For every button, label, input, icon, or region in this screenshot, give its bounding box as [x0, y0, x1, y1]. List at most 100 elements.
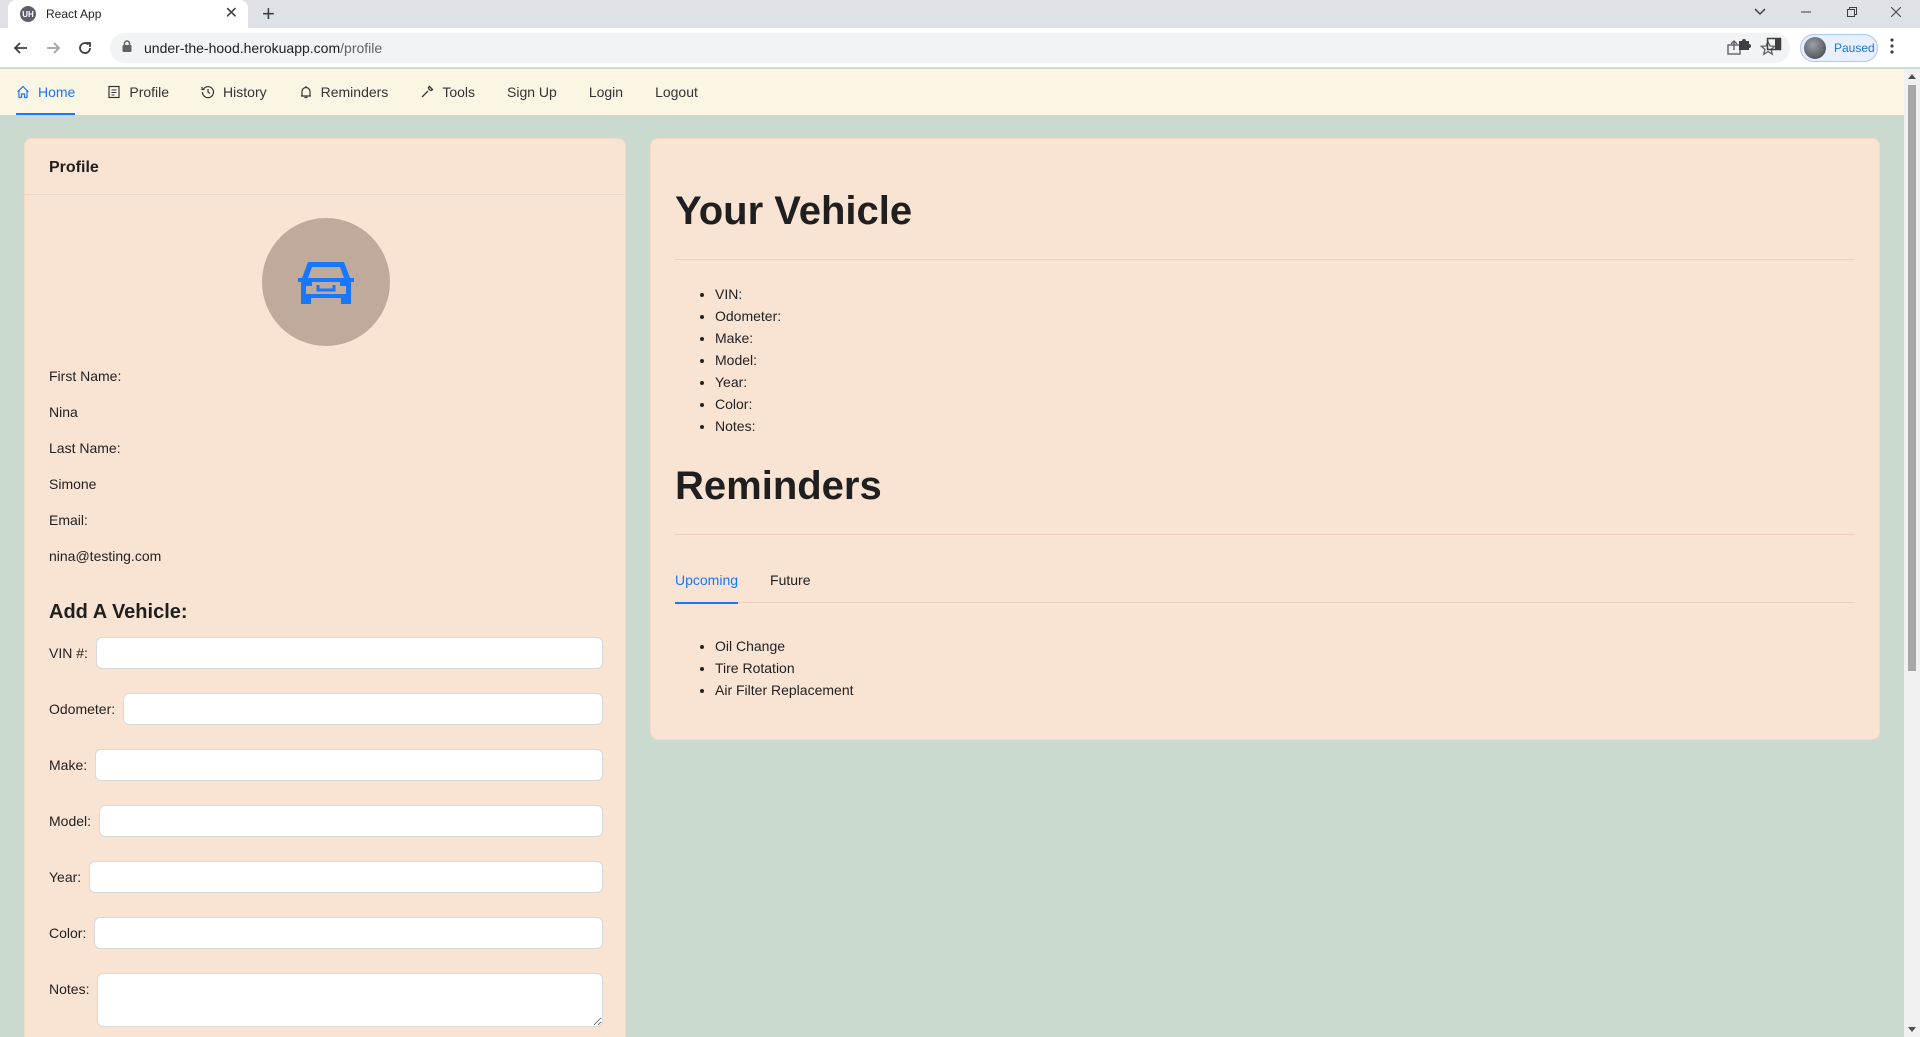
make-input[interactable]: [95, 749, 603, 781]
nav-profile[interactable]: Profile: [107, 69, 169, 115]
notes-label: Notes:: [49, 981, 90, 997]
back-icon[interactable]: [9, 36, 33, 60]
scrollbar-thumb[interactable]: [1908, 85, 1916, 671]
last-name-value: Simone: [49, 476, 97, 492]
favicon-icon: UH: [20, 6, 36, 22]
nav-tools[interactable]: Tools: [420, 69, 475, 115]
url-path: /profile: [340, 40, 383, 56]
tab-future[interactable]: Future: [770, 557, 810, 603]
new-tab-icon[interactable]: +: [262, 2, 275, 26]
browser-tab-strip: UH React App ✕ +: [0, 0, 1920, 28]
tab-title: React App: [46, 7, 102, 21]
vehicle-detail-vin: VIN:: [715, 283, 781, 305]
nav-login[interactable]: Login: [589, 69, 623, 115]
make-label: Make:: [49, 757, 88, 773]
tools-icon: [421, 85, 434, 98]
nav-profile-label: Profile: [129, 84, 170, 100]
add-vehicle-heading: Add A Vehicle:: [49, 601, 188, 623]
reminder-item: Oil Change: [715, 635, 854, 657]
forward-icon[interactable]: [41, 36, 65, 60]
notes-textarea[interactable]: [97, 973, 603, 1027]
tab-close-icon[interactable]: ✕: [225, 6, 238, 22]
profile-icon: [108, 85, 120, 99]
profile-status: Paused: [1834, 41, 1875, 55]
nav-reminders-label: Reminders: [320, 84, 389, 100]
extensions-icon[interactable]: [1736, 36, 1752, 57]
year-label: Year:: [49, 869, 82, 885]
home-icon: [17, 85, 29, 99]
nav-home-label: Home: [38, 84, 76, 100]
year-row: Year:: [49, 861, 603, 893]
nav-login-label: Login: [588, 84, 624, 100]
reminders-tabs: Upcoming Future: [675, 557, 1855, 604]
model-input[interactable]: [99, 805, 603, 837]
nav-home[interactable]: Home: [16, 69, 76, 115]
scroll-up-icon[interactable]: [1908, 74, 1916, 79]
page-scrollbar[interactable]: [1904, 69, 1920, 1037]
nav-reminders[interactable]: Reminders: [299, 69, 389, 115]
vin-input[interactable]: [95, 637, 603, 669]
reminders-divider: [675, 534, 1855, 535]
vehicle-details-list: VIN: Odometer: Make: Model: Year: Color:…: [715, 283, 781, 437]
make-row: Make:: [49, 749, 603, 781]
profile-button[interactable]: Paused: [1800, 34, 1878, 62]
address-bar[interactable]: under-the-hood.herokuapp.com/profile: [110, 33, 1790, 63]
last-name-label: Last Name:: [49, 440, 121, 456]
nav-history[interactable]: History: [201, 69, 267, 115]
vin-label: VIN #:: [49, 645, 88, 661]
scroll-down-icon[interactable]: [1908, 1027, 1916, 1032]
vin-row: VIN #:: [49, 637, 603, 669]
close-window-icon[interactable]: [1876, 0, 1916, 24]
first-name-value: Nina: [49, 404, 78, 420]
your-vehicle-heading: Your Vehicle: [675, 189, 913, 233]
odometer-row: Odometer:: [49, 693, 603, 725]
reload-icon[interactable]: [73, 36, 97, 60]
model-label: Model:: [49, 813, 92, 829]
nav-logout[interactable]: Logout: [655, 69, 698, 115]
nav-logout-label: Logout: [655, 84, 698, 100]
vehicle-card: Your Vehicle VIN: Odometer: Make: Model:…: [650, 138, 1880, 740]
car-icon: [298, 262, 354, 304]
url-host: under-the-hood.herokuapp.com: [144, 40, 341, 56]
vehicle-detail-model: Model:: [715, 349, 781, 371]
browser-tab[interactable]: UH React App ✕: [8, 0, 248, 28]
odometer-label: Odometer:: [49, 701, 116, 717]
vehicle-avatar: [262, 218, 390, 346]
vehicle-detail-odometer: Odometer:: [715, 305, 781, 327]
year-input[interactable]: [89, 861, 603, 893]
browser-menu-icon[interactable]: [1890, 38, 1894, 59]
lock-icon[interactable]: [122, 39, 132, 57]
nav-tools-label: Tools: [442, 84, 475, 100]
odometer-input[interactable]: [123, 693, 603, 725]
nav-signup[interactable]: Sign Up: [507, 69, 557, 115]
vehicle-detail-make: Make:: [715, 327, 781, 349]
tab-upcoming[interactable]: Upcoming: [675, 557, 739, 604]
nav-history-label: History: [223, 84, 267, 100]
profile-card-title: Profile: [25, 139, 625, 195]
nav-signup-label: Sign Up: [507, 84, 557, 100]
vehicle-detail-color: Color:: [715, 393, 781, 415]
vehicle-divider: [675, 259, 1855, 260]
history-icon: [201, 86, 215, 99]
email-label: Email:: [49, 512, 88, 528]
side-panel-icon[interactable]: [1766, 36, 1782, 57]
reminders-heading: Reminders: [675, 464, 882, 508]
minimize-icon[interactable]: [1786, 0, 1826, 24]
tab-search-icon[interactable]: [1740, 0, 1780, 24]
model-row: Model:: [49, 805, 603, 837]
reminders-icon: [300, 86, 311, 99]
color-label: Color:: [49, 925, 87, 941]
vehicle-detail-year: Year:: [715, 371, 781, 393]
reminder-item: Tire Rotation: [715, 657, 854, 679]
first-name-label: First Name:: [49, 368, 122, 384]
vehicle-detail-notes: Notes:: [715, 415, 781, 437]
reminder-item: Air Filter Replacement: [715, 679, 854, 701]
color-input[interactable]: [94, 917, 603, 949]
restore-icon[interactable]: [1832, 0, 1872, 24]
profile-avatar: [1804, 37, 1826, 59]
email-value: nina@testing.com: [49, 548, 162, 564]
profile-card: Profile First Name: Nina Last Name: Simo…: [24, 138, 626, 1037]
notes-row: Notes:: [49, 973, 603, 1027]
browser-toolbar: under-the-hood.herokuapp.com/profile Pau…: [0, 28, 1920, 68]
app-nav: Home Profile History Reminders Tools Sig…: [0, 69, 1904, 115]
